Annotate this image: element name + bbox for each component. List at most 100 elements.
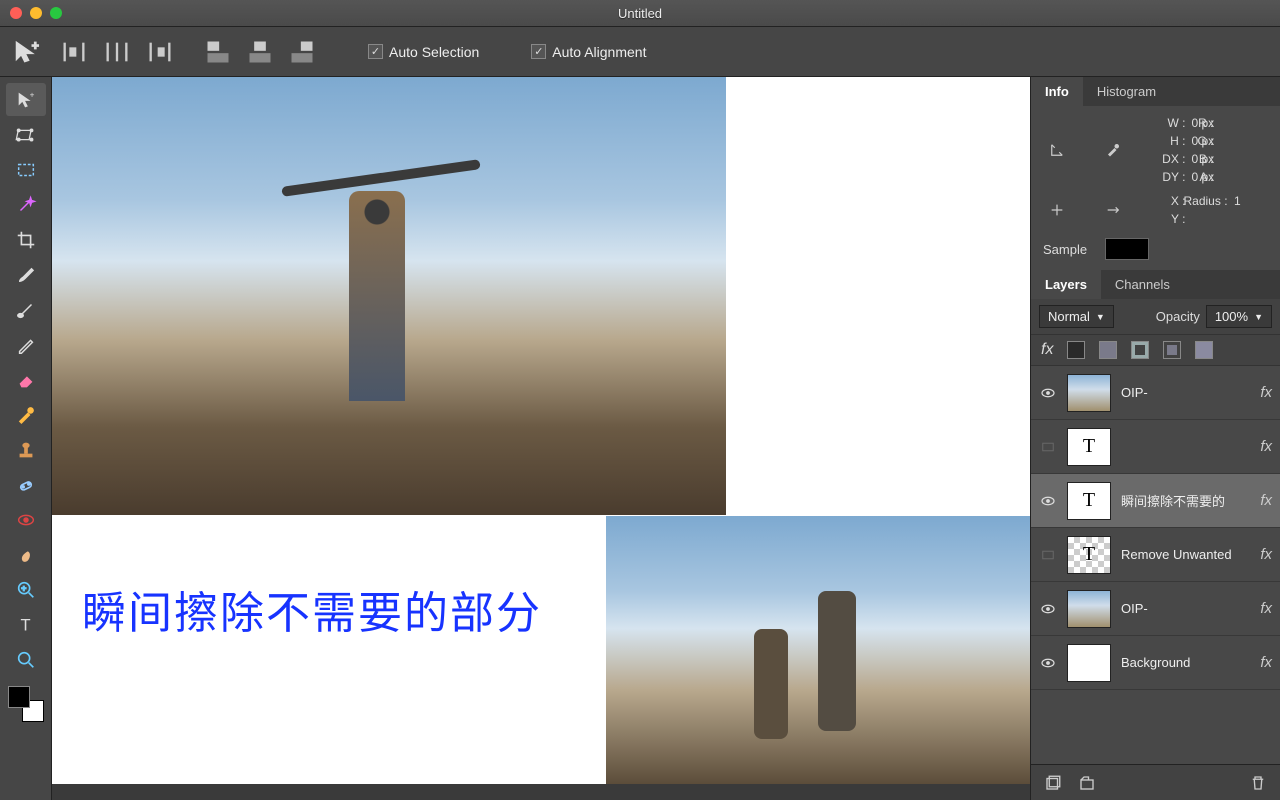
r-label: R : xyxy=(1184,116,1214,130)
text-tool[interactable]: T xyxy=(6,608,46,641)
distribute-center-icon[interactable] xyxy=(103,38,131,66)
distribute-right-icon[interactable] xyxy=(146,38,174,66)
visibility-toggle-icon[interactable] xyxy=(1039,438,1057,456)
transform-tool[interactable] xyxy=(6,118,46,151)
chevron-down-icon: ▼ xyxy=(1096,312,1105,322)
healing-tool[interactable] xyxy=(6,468,46,501)
color-swatches[interactable] xyxy=(8,686,44,722)
pencil-tool[interactable] xyxy=(6,328,46,361)
tab-channels[interactable]: Channels xyxy=(1101,270,1184,299)
layers-panel: Normal ▼ Opacity 100% ▼ fx OIP-fxTfxT瞬间擦… xyxy=(1031,299,1280,800)
a-label: A : xyxy=(1184,170,1214,184)
layer-row[interactable]: OIP-fx xyxy=(1031,366,1280,420)
auto-alignment-checkbox[interactable]: ✓ Auto Alignment xyxy=(531,44,646,60)
crop-tool[interactable] xyxy=(6,223,46,256)
layer-fx-icon[interactable]: fx xyxy=(1260,384,1272,401)
zoom-icon[interactable] xyxy=(50,7,62,19)
b-value xyxy=(1234,152,1268,166)
tab-layers[interactable]: Layers xyxy=(1031,270,1101,299)
layer-row[interactable]: OIP-fx xyxy=(1031,582,1280,636)
foreground-color-swatch[interactable] xyxy=(8,686,30,708)
distribute-left-icon[interactable] xyxy=(60,38,88,66)
layer-thumbnail: T xyxy=(1067,536,1111,574)
layer-fx-icon[interactable]: fx xyxy=(1260,654,1272,671)
visibility-toggle-icon[interactable] xyxy=(1039,600,1057,618)
stroke-square-icon[interactable] xyxy=(1131,341,1149,359)
layer-fx-icon[interactable]: fx xyxy=(1260,438,1272,455)
horizontal-scrollbar[interactable] xyxy=(52,784,1030,800)
sample-label: Sample xyxy=(1043,242,1087,257)
move-tool-indicator-icon: + xyxy=(12,38,40,66)
new-layer-icon[interactable] xyxy=(1043,773,1063,793)
opacity-select[interactable]: 100% ▼ xyxy=(1206,305,1272,328)
layer-name: Background xyxy=(1121,655,1250,670)
fill-square-icon[interactable] xyxy=(1099,341,1117,359)
visibility-toggle-icon[interactable] xyxy=(1039,546,1057,564)
mask-square-icon[interactable] xyxy=(1067,341,1085,359)
gradient-square-icon[interactable] xyxy=(1163,341,1181,359)
eraser-tool[interactable] xyxy=(6,363,46,396)
fx-icon[interactable]: fx xyxy=(1041,341,1053,359)
document-canvas[interactable]: 瞬间擦除不需要的部分 xyxy=(52,77,1030,784)
align-center-icon[interactable] xyxy=(246,38,274,66)
new-group-icon[interactable] xyxy=(1077,773,1097,793)
minimize-icon[interactable] xyxy=(30,7,42,19)
opacity-value: 100% xyxy=(1215,309,1248,324)
distribute-group xyxy=(60,38,174,66)
color-picker-icon xyxy=(1071,141,1156,159)
blend-mode-select[interactable]: Normal ▼ xyxy=(1039,305,1114,328)
layer-row[interactable]: Tfx xyxy=(1031,420,1280,474)
layer-thumbnail: T xyxy=(1067,482,1111,520)
align-right-icon[interactable] xyxy=(288,38,316,66)
magic-wand-tool[interactable] xyxy=(6,188,46,221)
layer-row[interactable]: TRemove Unwantedfx xyxy=(1031,528,1280,582)
move-tool[interactable]: + xyxy=(6,83,46,116)
radius-icon xyxy=(1071,202,1156,218)
blend-mode-value: Normal xyxy=(1048,309,1090,324)
stamp-tool[interactable] xyxy=(6,433,46,466)
layers-footer xyxy=(1031,764,1280,800)
zoom-tool[interactable]: + xyxy=(6,573,46,606)
layer-thumbnail: T xyxy=(1067,428,1111,466)
auto-selection-checkbox[interactable]: ✓ Auto Selection xyxy=(368,44,479,60)
layer-fx-icon[interactable]: fx xyxy=(1260,600,1272,617)
tab-histogram[interactable]: Histogram xyxy=(1083,77,1170,106)
close-icon[interactable] xyxy=(10,7,22,19)
visibility-toggle-icon[interactable] xyxy=(1039,492,1057,510)
pattern-square-icon[interactable] xyxy=(1195,341,1213,359)
smudge-tool[interactable] xyxy=(6,538,46,571)
visibility-toggle-icon[interactable] xyxy=(1039,384,1057,402)
layers-tabs: Layers Channels xyxy=(1031,270,1280,299)
svg-text:+: + xyxy=(29,90,34,99)
radius-value: 1 xyxy=(1234,194,1268,208)
brush-tool[interactable] xyxy=(6,258,46,291)
layer-fx-icon[interactable]: fx xyxy=(1260,492,1272,509)
zoom-out-tool[interactable] xyxy=(6,643,46,676)
check-icon: ✓ xyxy=(531,44,546,59)
layer-fx-icon[interactable]: fx xyxy=(1260,546,1272,563)
align-group xyxy=(204,38,316,66)
info-tabs: Info Histogram xyxy=(1031,77,1280,106)
radius-label: Radius : xyxy=(1184,194,1228,208)
dimensions-icon xyxy=(1043,141,1071,159)
layer-name: 瞬间擦除不需要的 xyxy=(1121,491,1250,510)
eyedropper-tool[interactable] xyxy=(6,398,46,431)
paint-tool[interactable] xyxy=(6,293,46,326)
canvas-area: 瞬间擦除不需要的部分 xyxy=(52,77,1030,800)
canvas-image-2 xyxy=(606,516,1030,784)
h-label: H : xyxy=(1156,134,1186,148)
x-label: X : xyxy=(1156,194,1186,208)
titlebar: Untitled xyxy=(0,0,1280,27)
visibility-toggle-icon[interactable] xyxy=(1039,654,1057,672)
layers-list: OIP-fxTfxT瞬间擦除不需要的fxTRemove UnwantedfxOI… xyxy=(1031,366,1280,764)
sample-color-swatch[interactable] xyxy=(1105,238,1149,260)
layer-row[interactable]: T 瞬间擦除不需要的 fx xyxy=(1031,474,1280,528)
trash-icon[interactable] xyxy=(1248,773,1268,793)
window-controls xyxy=(0,7,62,19)
marquee-tool[interactable] xyxy=(6,153,46,186)
red-eye-tool[interactable] xyxy=(6,503,46,536)
options-bar: + ✓ Auto Selection ✓ Auto Alignment xyxy=(0,27,1280,77)
align-left-icon[interactable] xyxy=(204,38,232,66)
layer-row[interactable]: Background fx xyxy=(1031,636,1280,690)
tab-info[interactable]: Info xyxy=(1031,77,1083,106)
